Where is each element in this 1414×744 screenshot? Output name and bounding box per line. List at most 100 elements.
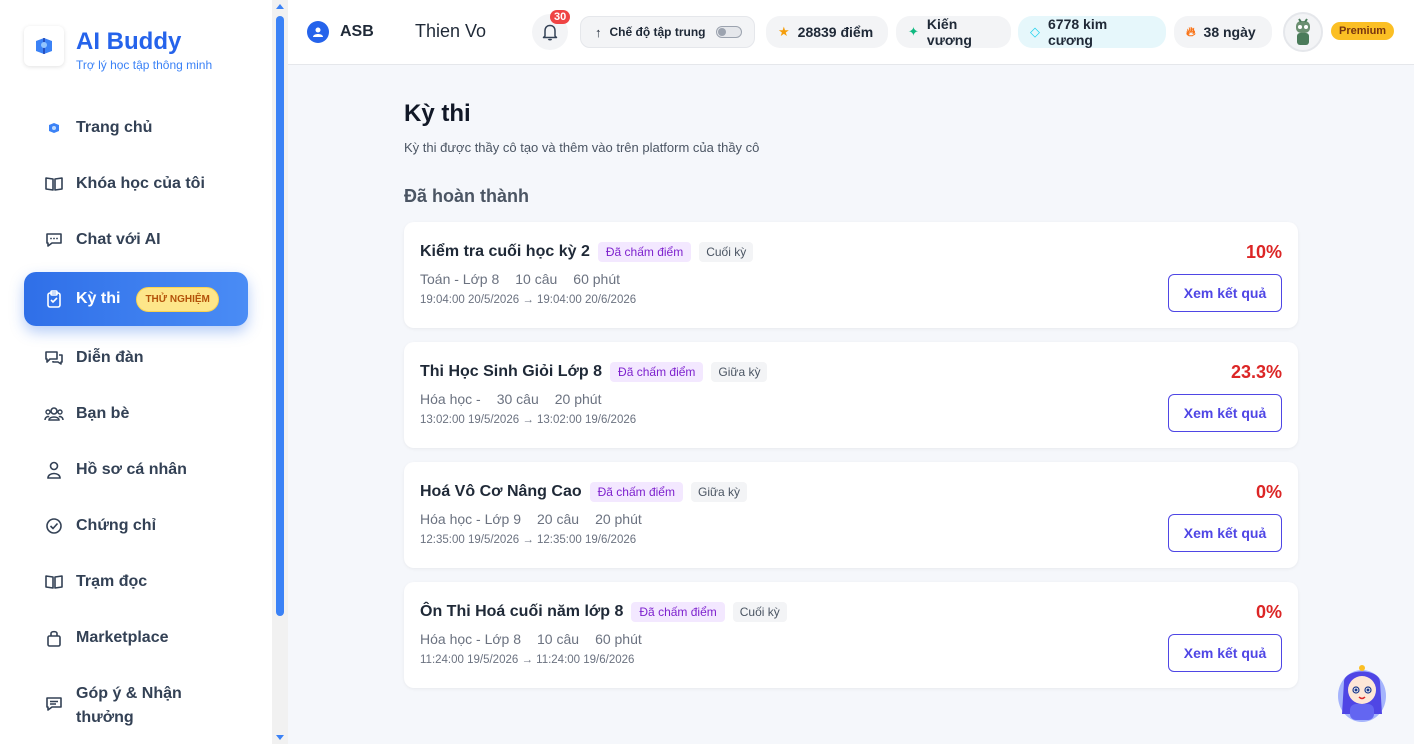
sidebar-item-chat-ai[interactable]: Chat với AI — [24, 213, 248, 267]
feedback-label-line1: Góp ý & Nhận — [76, 685, 182, 702]
sidebar-item-marketplace[interactable]: Marketplace — [24, 611, 248, 665]
focus-mode-toggle[interactable]: ↑ Chế độ tập trung — [580, 16, 755, 48]
section-title-completed: Đã hoàn thành — [404, 186, 529, 206]
sidebar-item-label: Khóa học của tôi — [76, 175, 205, 192]
exam-time-range: 19:04:00 20/5/2026 → 19:04:00 20/6/2026 — [420, 294, 637, 306]
exam-time-range: 11:24:00 19/5/2026 → 11:24:00 19/6/2026 — [420, 654, 635, 666]
exam-type-badge: Cuối kỳ — [699, 242, 754, 262]
org-name[interactable]: ASB — [340, 23, 374, 41]
exam-title: Kiểm tra cuối học kỳ 2 — [420, 243, 590, 260]
sidebar-item-my-courses[interactable]: Khóa học của tôi — [24, 157, 248, 211]
status-badge: Đã chấm điểm — [610, 362, 704, 382]
view-result-button[interactable]: Xem kết quả — [1168, 394, 1282, 432]
exam-duration: 20 phút — [554, 391, 602, 407]
rank-stat[interactable]: ✦ Kiến vương — [896, 16, 1011, 48]
arrow-up-icon: ↑ — [595, 24, 602, 40]
sidebar-item-certificates[interactable]: Chứng chỉ — [24, 499, 248, 553]
clipboard-check-icon — [44, 289, 64, 309]
forum-icon — [44, 348, 64, 368]
diamond-value: 6778 kim cương — [1048, 16, 1108, 48]
diamond-stat[interactable]: ◇ 6778 kim cương — [1018, 16, 1166, 48]
streak-stat[interactable]: 🔥︎ 38 ngày — [1174, 16, 1272, 48]
page-subtitle: Kỳ thi được thầy cô tạo và thêm vào trên… — [404, 140, 760, 155]
scroll-down-arrow-icon[interactable] — [276, 735, 284, 740]
exam-card: Hoá Vô Cơ Nâng Cao Đã chấm điểm Giữa kỳ … — [404, 462, 1298, 568]
sidebar-item-exams[interactable]: Kỳ thi THỬ NGHIỆM — [24, 272, 248, 326]
status-badge: Đã chấm điểm — [631, 602, 725, 622]
exam-score: 10% — [1245, 242, 1282, 262]
exam-score: 0% — [1255, 602, 1282, 622]
sidebar-item-label: Bạn bè — [76, 405, 130, 422]
exam-type-badge: Giữa kỳ — [690, 482, 748, 502]
sidebar: AI Buddy Trợ lý học tập thông minh Trang… — [0, 0, 272, 744]
exam-questions: 10 câu — [515, 271, 558, 287]
top-header: ASB Thien Vo 30 ↑ Chế độ tập trung ★ 288… — [288, 0, 1414, 65]
sidebar-item-forum[interactable]: Diễn đàn — [24, 331, 248, 385]
view-result-button[interactable]: Xem kết quả — [1168, 274, 1282, 312]
exam-type-badge: Cuối kỳ — [732, 602, 787, 622]
rank-ant-icon: ✦ — [908, 24, 919, 39]
exam-score: 23.3% — [1230, 362, 1282, 382]
exam-subject: Hóa học - Lớp 9 — [420, 511, 522, 527]
check-circle-icon — [44, 516, 64, 536]
exam-title: Thi Học Sinh Giỏi Lớp 8 — [420, 363, 603, 380]
feedback-icon — [44, 694, 64, 714]
exam-card: Thi Học Sinh Giỏi Lớp 8 Đã chấm điểm Giữ… — [404, 342, 1298, 448]
book-open-icon — [44, 174, 64, 194]
exam-time-range: 12:35:00 19/5/2026 → 12:35:00 19/6/2026 — [420, 534, 637, 546]
user-name: Thien Vo — [415, 21, 487, 41]
exam-subject: Hóa học - Lớp 8 — [420, 631, 522, 647]
feedback-label-line2: thưởng — [76, 709, 134, 726]
exam-score: 0% — [1255, 482, 1282, 502]
assistant-mascot-icon[interactable] — [1336, 662, 1388, 724]
sidebar-item-label: Trang chủ — [76, 119, 153, 136]
rank-value: Kiến vương — [926, 16, 972, 48]
points-stat[interactable]: ★ 28839 điểm — [766, 16, 888, 48]
avatar[interactable] — [1283, 12, 1323, 52]
app-logo-icon[interactable] — [24, 26, 64, 66]
sidebar-item-label: Hồ sơ cá nhân — [76, 461, 187, 478]
exam-duration: 60 phút — [595, 631, 642, 647]
page-title: Kỳ thi — [404, 100, 471, 127]
sidebar-item-label: Diễn đàn — [76, 349, 144, 366]
view-result-button[interactable]: Xem kết quả — [1168, 634, 1282, 672]
streak-value: 38 ngày — [1203, 24, 1256, 40]
points-value: 28839 điểm — [797, 24, 874, 40]
sidebar-item-label: Kỳ thi — [76, 290, 121, 307]
sidebar-item-feedback[interactable]: Góp ý & Nhận thưởng — [24, 680, 248, 740]
users-icon — [44, 404, 64, 424]
beta-badge: THỬ NGHIỆM — [136, 286, 219, 312]
org-icon[interactable] — [307, 21, 329, 43]
premium-badge: Premium — [1331, 22, 1395, 40]
sidebar-item-label: Chứng chỉ — [76, 517, 157, 534]
exam-subject: Toán - Lớp 8 — [420, 271, 500, 287]
scroll-up-arrow-icon[interactable] — [276, 4, 284, 9]
exam-questions: 20 câu — [537, 511, 580, 527]
bell-icon — [542, 24, 558, 41]
chat-icon — [44, 230, 64, 250]
focus-mode-switch[interactable] — [715, 26, 742, 38]
flame-icon: 🔥︎ — [1186, 24, 1196, 39]
sidebar-item-friends[interactable]: Bạn bè — [24, 387, 248, 441]
sidebar-item-home[interactable]: Trang chủ — [24, 101, 248, 155]
scrollbar-thumb[interactable] — [276, 16, 284, 616]
exam-time-range: 13:02:00 19/5/2026 → 13:02:00 19/6/2026 — [420, 414, 637, 426]
sidebar-item-label: Marketplace — [76, 629, 169, 646]
exam-subject: Hóa học - — [420, 391, 481, 407]
sidebar-item-profile[interactable]: Hồ sơ cá nhân — [24, 443, 248, 497]
sidebar-scrollbar[interactable] — [272, 0, 288, 744]
app-subtitle: Trợ lý học tập thông minh — [76, 58, 213, 72]
exam-questions: 30 câu — [496, 391, 539, 407]
exam-title: Hoá Vô Cơ Nâng Cao — [420, 483, 582, 500]
exam-duration: 60 phút — [573, 271, 620, 287]
lock-bag-icon — [44, 628, 64, 648]
home-logo-icon — [44, 118, 64, 138]
diamond-icon: ◇ — [1030, 24, 1040, 39]
exam-duration: 20 phút — [595, 511, 642, 527]
sidebar-item-reading[interactable]: Trạm đọc — [24, 555, 248, 609]
view-result-button[interactable]: Xem kết quả — [1168, 514, 1282, 552]
sidebar-item-label: Trạm đọc — [76, 573, 148, 590]
sidebar-item-label: Góp ý & Nhận thưởng — [76, 682, 182, 730]
status-badge: Đã chấm điểm — [589, 482, 683, 502]
user-icon — [44, 460, 64, 480]
